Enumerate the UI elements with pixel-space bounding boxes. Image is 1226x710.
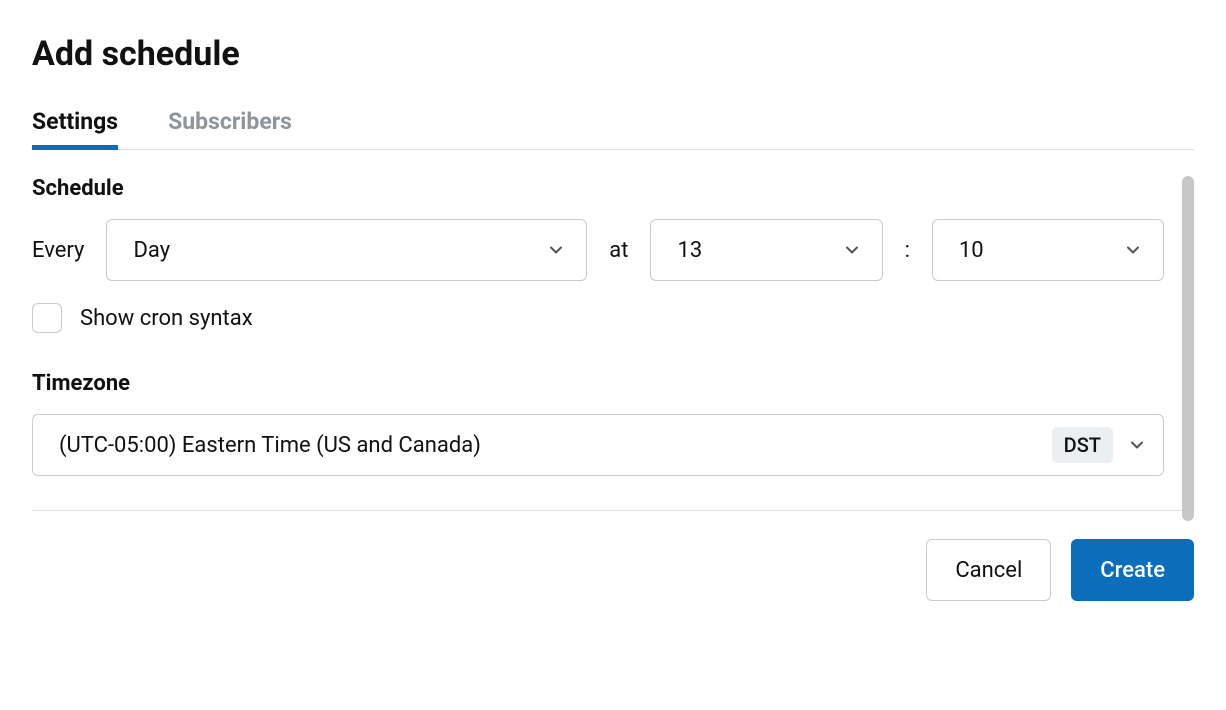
panel-scrollbar[interactable] bbox=[1182, 176, 1194, 526]
chevron-down-icon bbox=[1123, 240, 1143, 260]
tabs: Settings Subscribers bbox=[32, 100, 1194, 150]
cron-syntax-label: Show cron syntax bbox=[80, 306, 253, 331]
cron-syntax-row: Show cron syntax bbox=[32, 303, 1164, 333]
create-button[interactable]: Create bbox=[1071, 539, 1194, 601]
cancel-button[interactable]: Cancel bbox=[926, 539, 1051, 601]
tab-settings-label: Settings bbox=[32, 108, 118, 135]
schedule-row: Every Day at 13 : 10 bbox=[32, 219, 1164, 281]
add-schedule-modal: Add schedule Settings Subscribers Schedu… bbox=[0, 0, 1226, 625]
modal-footer: Cancel Create bbox=[32, 539, 1194, 601]
timezone-value: (UTC-05:00) Eastern Time (US and Canada) bbox=[59, 433, 481, 458]
timezone-section-title: Timezone bbox=[32, 371, 1164, 396]
create-button-label: Create bbox=[1100, 558, 1165, 583]
tab-subscribers-label: Subscribers bbox=[168, 108, 292, 135]
cron-syntax-checkbox[interactable] bbox=[32, 303, 62, 333]
every-label: Every bbox=[32, 238, 84, 263]
minute-value: 10 bbox=[959, 238, 984, 263]
frequency-value: Day bbox=[133, 238, 170, 263]
footer-divider bbox=[32, 510, 1194, 511]
hour-select[interactable]: 13 bbox=[650, 219, 882, 281]
tab-settings[interactable]: Settings bbox=[32, 100, 118, 149]
chevron-down-icon bbox=[842, 240, 862, 260]
settings-panel: Schedule Every Day at 13 : 10 bbox=[32, 176, 1194, 476]
chevron-down-icon bbox=[546, 240, 566, 260]
cancel-button-label: Cancel bbox=[955, 558, 1022, 583]
chevron-down-icon bbox=[1127, 435, 1147, 455]
tab-subscribers[interactable]: Subscribers bbox=[168, 100, 292, 149]
frequency-select[interactable]: Day bbox=[106, 219, 587, 281]
timezone-select[interactable]: (UTC-05:00) Eastern Time (US and Canada)… bbox=[32, 414, 1164, 476]
at-label: at bbox=[609, 238, 628, 263]
time-colon: : bbox=[905, 238, 910, 263]
timezone-right: DST bbox=[1052, 427, 1147, 463]
schedule-section-title: Schedule bbox=[32, 176, 1164, 201]
dst-badge: DST bbox=[1052, 427, 1113, 463]
modal-title: Add schedule bbox=[32, 34, 1194, 74]
hour-value: 13 bbox=[677, 238, 702, 263]
scrollbar-thumb[interactable] bbox=[1182, 176, 1194, 521]
minute-select[interactable]: 10 bbox=[932, 219, 1164, 281]
